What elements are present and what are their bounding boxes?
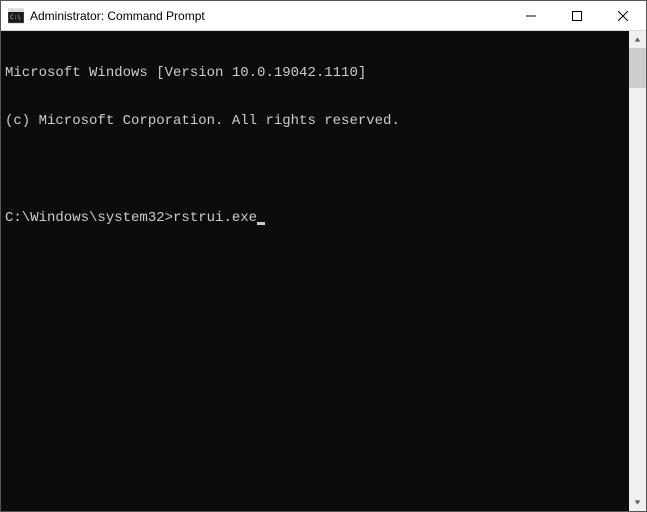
terminal-prompt-line: C:\Windows\system32>rstrui.exe	[5, 210, 629, 226]
maximize-button[interactable]	[554, 1, 600, 30]
scroll-up-arrow-icon[interactable]	[629, 31, 646, 48]
svg-text:C:\: C:\	[10, 14, 21, 21]
vertical-scrollbar[interactable]	[629, 31, 646, 511]
scroll-track[interactable]	[629, 48, 646, 494]
cmd-icon: C:\	[8, 8, 24, 24]
titlebar[interactable]: C:\ Administrator: Command Prompt	[1, 1, 646, 31]
terminal-line-blank	[5, 162, 629, 178]
command-input[interactable]: rstrui.exe	[173, 210, 257, 226]
prompt-text: C:\Windows\system32>	[5, 210, 173, 226]
close-button[interactable]	[600, 1, 646, 30]
window-title: Administrator: Command Prompt	[30, 9, 508, 23]
scroll-thumb[interactable]	[629, 48, 646, 88]
cursor	[257, 222, 265, 225]
scroll-down-arrow-icon[interactable]	[629, 494, 646, 511]
terminal[interactable]: Microsoft Windows [Version 10.0.19042.11…	[1, 31, 629, 511]
terminal-line-copyright: (c) Microsoft Corporation. All rights re…	[5, 113, 629, 129]
command-prompt-window: C:\ Administrator: Command Prompt Micros…	[0, 0, 647, 512]
minimize-button[interactable]	[508, 1, 554, 30]
terminal-line-version: Microsoft Windows [Version 10.0.19042.11…	[5, 65, 629, 81]
window-controls	[508, 1, 646, 30]
content-area: Microsoft Windows [Version 10.0.19042.11…	[1, 31, 646, 511]
